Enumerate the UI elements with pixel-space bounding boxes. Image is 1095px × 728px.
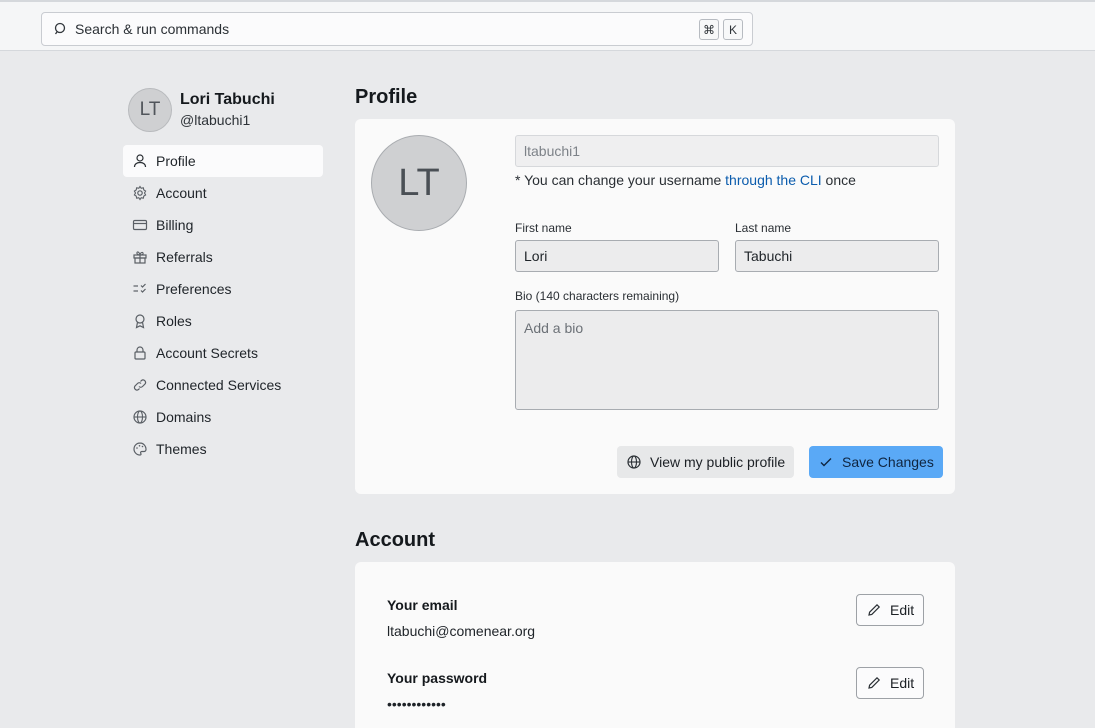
email-label: Your email — [387, 597, 458, 613]
globe-icon — [133, 410, 147, 424]
list-check-icon — [133, 283, 146, 293]
user-header: LT Lori Tabuchi @ltabuchi1 — [128, 88, 275, 132]
sidebar-item-themes[interactable]: Themes — [123, 433, 323, 465]
globe-icon — [627, 455, 641, 469]
last-name-field[interactable]: Tabuchi — [735, 240, 939, 272]
username-field: ltabuchi1 — [515, 135, 939, 167]
gear-icon — [133, 185, 147, 201]
sidebar-item-label: Domains — [156, 409, 212, 425]
lock-icon — [134, 346, 146, 360]
pencil-icon — [868, 676, 881, 689]
sidebar-item-label: Preferences — [156, 281, 232, 297]
password-value: •••••••••••• — [387, 696, 446, 712]
sidebar-item-referrals[interactable]: Referrals — [123, 241, 323, 273]
check-icon — [820, 458, 832, 467]
sidebar-item-label: Account — [156, 185, 207, 201]
user-handle: @ltabuchi1 — [180, 112, 251, 128]
pencil-icon — [868, 603, 881, 616]
sidebar-item-domains[interactable]: Domains — [123, 401, 323, 433]
sidebar-item-label: Referrals — [156, 249, 213, 265]
credit-card-icon — [132, 219, 148, 231]
first-name-field[interactable]: Lori — [515, 240, 719, 272]
save-changes-button[interactable]: Save Changes — [809, 446, 943, 478]
avatar: LT — [128, 88, 172, 132]
profile-card: LT ltabuchi1 * You can change your usern… — [355, 119, 955, 494]
sidebar-item-label: Account Secrets — [156, 345, 258, 361]
view-public-profile-button[interactable]: View my public profile — [617, 446, 795, 478]
sidebar-item-profile[interactable]: Profile — [123, 145, 323, 177]
gift-icon — [133, 251, 147, 264]
save-changes-label: Save Changes — [842, 454, 934, 470]
search-placeholder: Search & run commands — [75, 21, 230, 37]
edit-password-button[interactable]: Edit — [856, 667, 925, 699]
sidebar-item-connected-services[interactable]: Connected Services — [123, 369, 323, 401]
edit-label: Edit — [890, 602, 915, 618]
sidebar-item-label: Themes — [156, 441, 207, 457]
username-note: * You can change your username through t… — [515, 172, 856, 188]
top-bar: Search & run commands ⌘ K — [0, 0, 1095, 51]
sidebar-item-account[interactable]: Account — [123, 177, 323, 209]
palette-icon — [133, 442, 147, 456]
bio-textarea[interactable]: Add a bio — [515, 310, 939, 410]
k-key: K — [723, 19, 743, 40]
edit-email-button[interactable]: Edit — [856, 594, 925, 626]
sidebar-item-roles[interactable]: Roles — [123, 305, 323, 337]
user-icon — [133, 154, 147, 168]
sidebar-item-preferences[interactable]: Preferences — [123, 273, 323, 305]
sidebar-item-label: Billing — [156, 217, 194, 233]
email-value: ltabuchi@comenear.org — [387, 623, 536, 639]
last-name-label: Last name — [735, 221, 792, 235]
sidebar-item-label: Profile — [156, 153, 196, 169]
bio-label: Bio (140 characters remaining) — [515, 289, 680, 303]
search-icon — [54, 22, 66, 35]
sidebar-item-billing[interactable]: Billing — [123, 209, 323, 241]
password-label: Your password — [387, 670, 488, 686]
command-key: ⌘ — [699, 19, 719, 40]
first-name-label: First name — [515, 221, 572, 235]
account-card: Your email ltabuchi@comenear.org Edit Yo… — [355, 562, 955, 728]
sidebar-item-label: Roles — [156, 313, 192, 329]
view-public-profile-label: View my public profile — [650, 454, 786, 470]
profile-section-title: Profile — [355, 86, 418, 108]
user-name: Lori Tabuchi — [180, 91, 275, 108]
cli-link[interactable]: through the CLI — [725, 172, 822, 188]
sidebar-item-label: Connected Services — [156, 377, 282, 393]
account-section-title: Account — [355, 529, 435, 551]
settings-nav: Profile Account Billing Referrals Prefer… — [123, 145, 323, 465]
link-icon — [133, 379, 147, 391]
award-icon — [135, 314, 145, 329]
command-search[interactable]: Search & run commands ⌘ K — [41, 12, 753, 46]
edit-label: Edit — [890, 675, 915, 691]
profile-avatar[interactable]: LT — [371, 135, 467, 231]
sidebar-item-account-secrets[interactable]: Account Secrets — [123, 337, 323, 369]
shortcut-hint: ⌘ K — [699, 19, 743, 40]
